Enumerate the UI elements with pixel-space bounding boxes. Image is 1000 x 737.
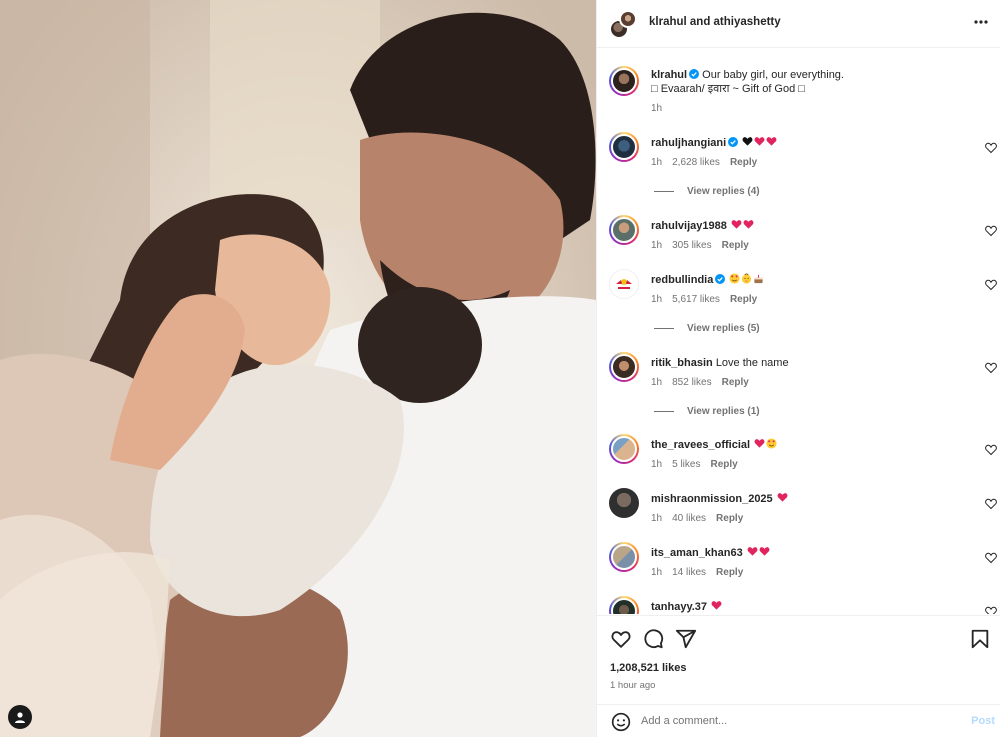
avatar[interactable] — [609, 352, 639, 382]
comment-username[interactable]: klrahul — [651, 69, 687, 81]
more-options-button[interactable] — [971, 12, 991, 32]
like-comment-icon[interactable] — [985, 142, 997, 154]
comment-text: Love the name — [715, 357, 789, 369]
reply-button[interactable]: Reply — [730, 157, 757, 168]
comment-username[interactable]: rahulvijay1988 — [651, 220, 727, 232]
view-replies-button[interactable]: View replies (4) — [654, 186, 760, 197]
like-comment-icon[interactable] — [985, 444, 997, 456]
reply-button[interactable]: Reply — [722, 240, 749, 251]
comment-time: 1h — [651, 513, 663, 524]
post-time: 1 hour ago — [610, 680, 656, 691]
comment-time: 1h — [651, 459, 663, 470]
comment-username[interactable]: tanhayy.37 — [651, 601, 707, 613]
post-side-panel: klrahul and athiyashetty klrahul Our bab… — [596, 0, 1000, 737]
heart-eyes-icon — [729, 273, 740, 284]
reply-button[interactable]: Reply — [716, 567, 743, 578]
red-heart-icon — [777, 493, 788, 502]
comment-likes[interactable]: 305 likes — [672, 240, 711, 251]
emoji-icon[interactable] — [611, 712, 631, 732]
reply-button[interactable]: Reply — [716, 513, 743, 524]
like-icon[interactable] — [610, 628, 632, 650]
verified-icon — [715, 274, 726, 284]
post-image — [0, 0, 596, 737]
like-comment-icon[interactable] — [985, 498, 997, 510]
comment-composer: Post — [597, 704, 1000, 737]
verified-icon — [728, 137, 739, 147]
view-replies-button[interactable]: View replies (5) — [654, 323, 760, 334]
comment-likes[interactable]: 2,628 likes — [672, 157, 720, 168]
user-tag-icon — [15, 712, 25, 723]
avatar — [619, 10, 637, 28]
comment-time: 1h — [651, 377, 663, 388]
like-comment-icon[interactable] — [985, 606, 997, 614]
caption-time: 1h — [651, 103, 663, 114]
caption-line2: □ Evaarah/ इवारा ~ Gift of God □ — [651, 83, 805, 95]
red-heart-icon — [754, 137, 765, 146]
red-heart-icon — [766, 137, 777, 146]
comments-list[interactable]: klrahul Our baby girl, our everything. □… — [597, 49, 1000, 614]
comment-username[interactable]: redbullindia — [651, 274, 713, 286]
verified-icon — [689, 69, 700, 79]
avatar[interactable] — [609, 132, 639, 162]
comment-likes[interactable]: 5,617 likes — [672, 294, 720, 305]
save-icon[interactable] — [969, 628, 991, 650]
comment-username[interactable]: the_ravees_official — [651, 439, 750, 451]
red-heart-icon — [759, 547, 770, 556]
heart-eyes-icon — [766, 438, 777, 449]
cake-icon — [754, 274, 764, 284]
comment-time: 1h — [651, 240, 663, 251]
tagged-users-button[interactable] — [8, 705, 32, 729]
avatar[interactable] — [609, 434, 639, 464]
reply-button[interactable]: Reply — [730, 294, 757, 305]
caption-text: Our baby girl, our everything. — [702, 69, 844, 81]
like-comment-icon[interactable] — [985, 362, 997, 374]
comment-input[interactable] — [641, 711, 941, 731]
redbull-logo-icon — [616, 279, 632, 289]
reply-button[interactable]: Reply — [710, 459, 737, 470]
black-heart-icon — [742, 137, 753, 146]
post-comment-button[interactable]: Post — [971, 715, 995, 727]
red-heart-icon — [711, 601, 722, 610]
comment-likes[interactable]: 14 likes — [672, 567, 706, 578]
post-header: klrahul and athiyashetty — [597, 0, 1000, 48]
comment-icon[interactable] — [642, 628, 664, 650]
like-comment-icon[interactable] — [985, 225, 997, 237]
avatar[interactable] — [609, 269, 639, 299]
comment-username[interactable]: rahuljhangiani — [651, 137, 726, 149]
red-heart-icon — [747, 547, 758, 556]
baby-face-icon — [742, 273, 752, 284]
comment-username[interactable]: its_aman_khan63 — [651, 547, 743, 559]
like-comment-icon[interactable] — [985, 279, 997, 291]
avatar[interactable] — [609, 66, 639, 96]
collab-avatars[interactable] — [609, 10, 639, 40]
view-replies-button[interactable]: View replies (1) — [654, 406, 760, 417]
comment-username[interactable]: mishraonmission_2025 — [651, 493, 773, 505]
comment-username[interactable]: ritik_bhasin — [651, 357, 713, 369]
avatar[interactable] — [609, 542, 639, 572]
comment-time: 1h — [651, 157, 663, 168]
reply-button[interactable]: Reply — [722, 377, 749, 388]
comment-likes[interactable]: 40 likes — [672, 513, 706, 524]
avatar[interactable] — [609, 596, 639, 614]
comment-time: 1h — [651, 294, 663, 305]
post-photo[interactable] — [0, 0, 596, 737]
likes-count[interactable]: 1,208,521 likes — [610, 662, 686, 674]
share-icon[interactable] — [675, 628, 697, 650]
red-heart-icon — [754, 439, 765, 448]
more-icon — [974, 20, 988, 24]
avatar[interactable] — [609, 215, 639, 245]
red-heart-icon — [731, 220, 742, 229]
comment-likes[interactable]: 852 likes — [672, 377, 711, 388]
comment-likes[interactable]: 5 likes — [672, 459, 700, 470]
comment-time: 1h — [651, 567, 663, 578]
post-header-title[interactable]: klrahul and athiyashetty — [649, 16, 781, 28]
like-comment-icon[interactable] — [985, 552, 997, 564]
red-heart-icon — [743, 220, 754, 229]
post-actions: 1,208,521 likes 1 hour ago — [597, 615, 1000, 703]
avatar[interactable] — [609, 488, 639, 518]
